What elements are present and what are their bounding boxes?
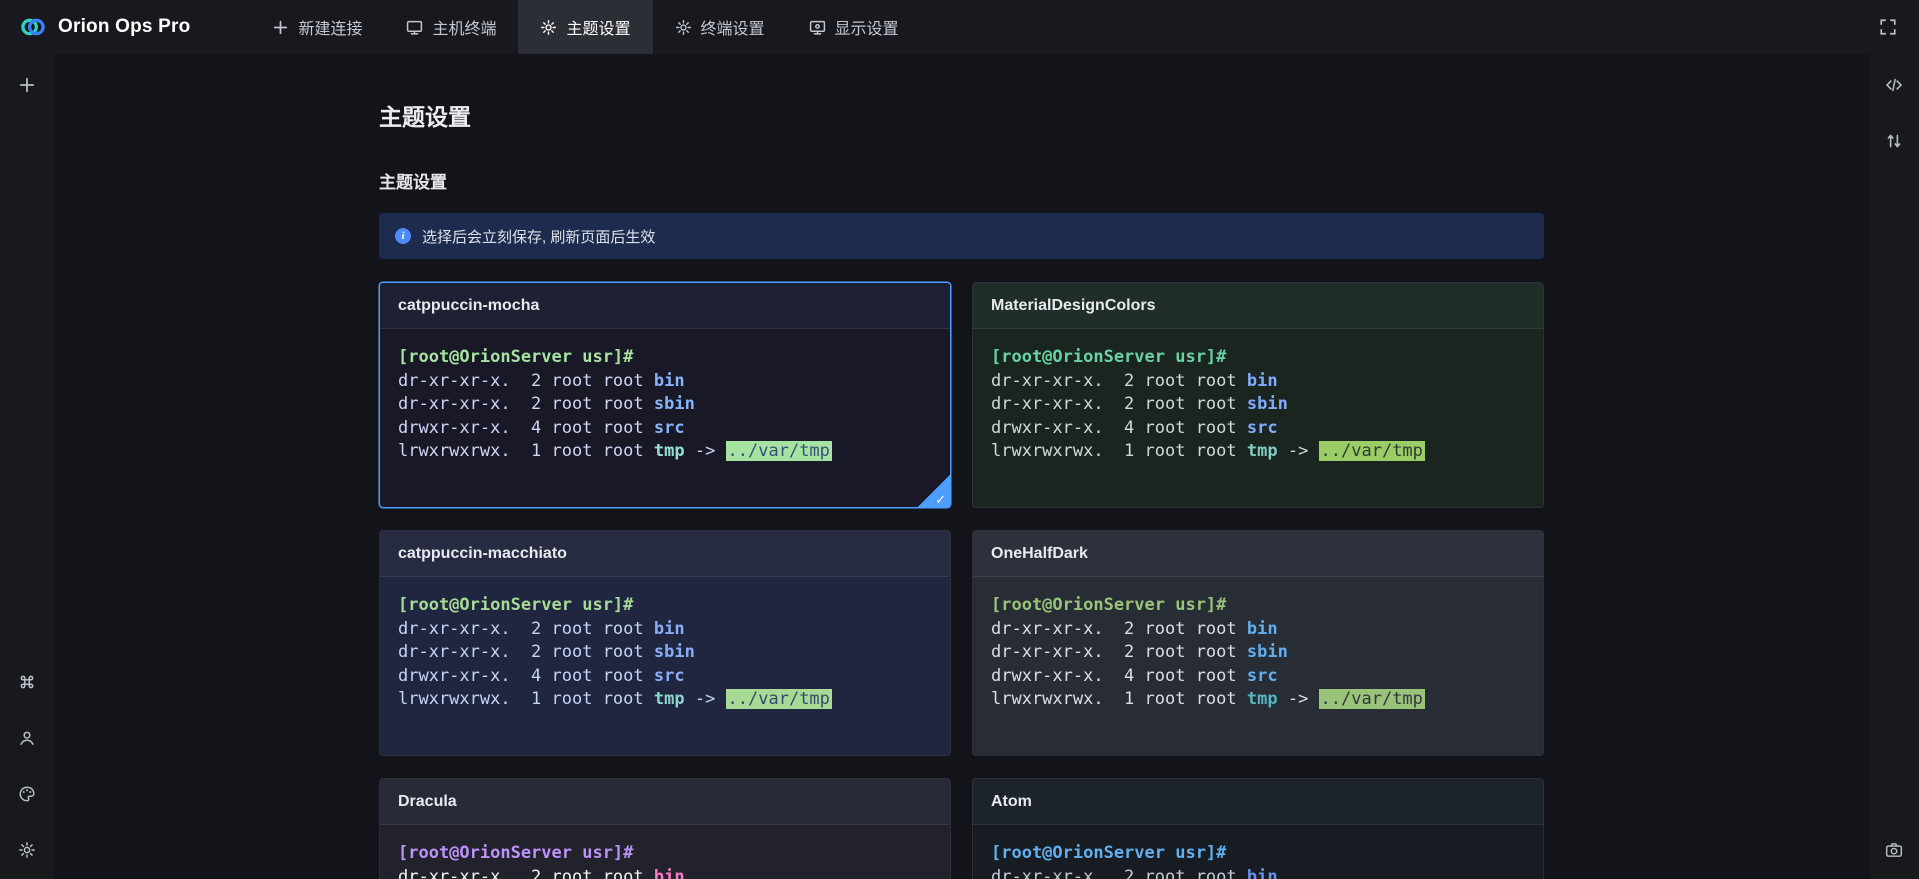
terminal-preview: [root@OrionServer usr]#dr-xr-xr-x. 2 roo… (380, 577, 950, 712)
selected-check-icon: ✓ (918, 475, 950, 507)
right-rail-top (1879, 70, 1909, 156)
content-container: 主题设置 主题设置 选择后会立刻保存, 刷新页面后生效 catppuccin-m… (379, 54, 1544, 879)
nav-item-new-connection[interactable]: 新建连接 (250, 0, 384, 54)
user-icon[interactable] (12, 723, 42, 753)
terminal-line: drwxr-xr-x. 4 root root src (991, 665, 1525, 689)
terminal-line: drwxr-xr-x. 4 root root src (398, 417, 932, 441)
theme-card-header: Atom (973, 779, 1543, 825)
info-icon (395, 228, 411, 244)
section-title: 主题设置 (379, 168, 1544, 193)
terminal-preview: [root@OrionServer usr]#dr-xr-xr-x. 2 roo… (380, 329, 950, 464)
nav-item-label: 终端设置 (701, 15, 765, 39)
main-content: 主题设置 主题设置 选择后会立刻保存, 刷新页面后生效 catppuccin-m… (54, 54, 1869, 879)
terminal-prompt-line: [root@OrionServer usr]# (398, 842, 932, 866)
theme-card-header: Dracula (380, 779, 950, 825)
terminal-line: lrwxrwxrwx. 1 root root tmp -> ../var/tm… (991, 440, 1525, 464)
brand[interactable]: Orion Ops Pro (0, 12, 208, 42)
nav-item-terminal-settings[interactable]: 终端设置 (653, 0, 787, 54)
top-navbar: Orion Ops Pro 新建连接 主机终端 主题设置 终端设置 显示设置 (0, 0, 1919, 54)
terminal-line: dr-xr-xr-x. 2 root root bin (398, 866, 932, 879)
theme-card-title: OneHalfDark (991, 545, 1088, 563)
theme-card-Atom[interactable]: Atom [root@OrionServer usr]#dr-xr-xr-x. … (972, 778, 1544, 879)
terminal-line: dr-xr-xr-x. 2 root root bin (398, 370, 932, 394)
theme-grid: catppuccin-mocha [root@OrionServer usr]#… (379, 282, 1544, 879)
nav-item-display-settings[interactable]: 显示设置 (787, 0, 921, 54)
terminal-line: lrwxrwxrwx. 1 root root tmp -> ../var/tm… (398, 440, 932, 464)
main-nav: 新建连接 主机终端 主题设置 终端设置 显示设置 (250, 0, 920, 54)
terminal-line: drwxr-xr-x. 4 root root src (398, 665, 932, 689)
nav-item-host-terminal[interactable]: 主机终端 (384, 0, 518, 54)
left-sidebar (0, 54, 54, 879)
page-title: 主题设置 (379, 98, 1544, 132)
terminal-prompt-line: [root@OrionServer usr]# (991, 594, 1525, 618)
theme-card-header: MaterialDesignColors (973, 283, 1543, 329)
code-icon[interactable] (1879, 70, 1909, 100)
alert-text: 选择后会立刻保存, 刷新页面后生效 (422, 226, 655, 247)
terminal-prompt-line: [root@OrionServer usr]# (991, 842, 1525, 866)
app-root: Orion Ops Pro 新建连接主机终端主题设置终端设置显示设置 主题设置 … (0, 0, 1919, 879)
plus-icon[interactable] (12, 70, 42, 100)
theme-card-Dracula[interactable]: Dracula [root@OrionServer usr]#dr-xr-xr-… (379, 778, 951, 879)
terminal-line: dr-xr-xr-x. 2 root root sbin (991, 641, 1525, 665)
display-icon (809, 19, 826, 36)
settings-icon[interactable] (12, 835, 42, 865)
theme-card-title: catppuccin-macchiato (398, 545, 567, 563)
terminal-line: lrwxrwxrwx. 1 root root tmp -> ../var/tm… (398, 688, 932, 712)
nav-item-label: 主题设置 (566, 15, 630, 39)
terminal-line: dr-xr-xr-x. 2 root root bin (398, 618, 932, 642)
fullscreen-icon[interactable] (1879, 18, 1897, 36)
terminal-line: drwxr-xr-x. 4 root root src (991, 417, 1525, 441)
theme-card-catppuccin-mocha[interactable]: catppuccin-mocha [root@OrionServer usr]#… (379, 282, 951, 508)
gear-icon (540, 19, 557, 36)
terminal-line: dr-xr-xr-x. 2 root root sbin (991, 393, 1525, 417)
nav-item-label: 显示设置 (835, 15, 899, 39)
nav-item-label: 主机终端 (432, 15, 496, 39)
sort-icon[interactable] (1879, 126, 1909, 156)
right-rail-bottom (1879, 835, 1909, 865)
theme-card-catppuccin-macchiato[interactable]: catppuccin-macchiato [root@OrionServer u… (379, 530, 951, 756)
nav-item-theme-settings[interactable]: 主题设置 (518, 0, 652, 54)
terminal-prompt-line: [root@OrionServer usr]# (398, 594, 932, 618)
theme-card-header: catppuccin-mocha (380, 283, 950, 329)
terminal-preview: [root@OrionServer usr]#dr-xr-xr-x. 2 roo… (973, 825, 1543, 879)
camera-icon[interactable] (1879, 835, 1909, 865)
terminal-preview: [root@OrionServer usr]#dr-xr-xr-x. 2 roo… (973, 577, 1543, 712)
theme-card-OneHalfDark[interactable]: OneHalfDark [root@OrionServer usr]#dr-xr… (972, 530, 1544, 756)
terminal-line: dr-xr-xr-x. 2 root root bin (991, 370, 1525, 394)
terminal-icon (406, 19, 423, 36)
nav-item-label: 新建连接 (298, 15, 362, 39)
right-sidebar (1869, 54, 1919, 879)
app-logo-icon (18, 12, 48, 42)
theme-card-title: catppuccin-mocha (398, 297, 539, 315)
terminal-line: dr-xr-xr-x. 2 root root sbin (398, 641, 932, 665)
theme-card-title: Dracula (398, 793, 457, 811)
left-rail-top (12, 70, 42, 100)
terminal-line: lrwxrwxrwx. 1 root root tmp -> ../var/tm… (991, 688, 1525, 712)
command-icon[interactable] (12, 667, 42, 697)
terminal-line: dr-xr-xr-x. 2 root root sbin (398, 393, 932, 417)
theme-card-title: MaterialDesignColors (991, 297, 1155, 315)
info-alert: 选择后会立刻保存, 刷新页面后生效 (379, 213, 1544, 259)
left-rail-bottom (12, 667, 42, 865)
app-title: Orion Ops Pro (58, 16, 190, 38)
terminal-line: dr-xr-xr-x. 2 root root bin (991, 866, 1525, 879)
gear-icon (675, 19, 692, 36)
theme-card-MaterialDesignColors[interactable]: MaterialDesignColors [root@OrionServer u… (972, 282, 1544, 508)
navbar-right (1879, 18, 1919, 36)
terminal-line: dr-xr-xr-x. 2 root root bin (991, 618, 1525, 642)
terminal-preview: [root@OrionServer usr]#dr-xr-xr-x. 2 roo… (973, 329, 1543, 464)
theme-icon[interactable] (12, 779, 42, 809)
terminal-prompt-line: [root@OrionServer usr]# (398, 346, 932, 370)
theme-card-header: catppuccin-macchiato (380, 531, 950, 577)
plus-icon (272, 19, 289, 36)
theme-card-title: Atom (991, 793, 1032, 811)
theme-card-header: OneHalfDark (973, 531, 1543, 577)
terminal-prompt-line: [root@OrionServer usr]# (991, 346, 1525, 370)
terminal-preview: [root@OrionServer usr]#dr-xr-xr-x. 2 roo… (380, 825, 950, 879)
